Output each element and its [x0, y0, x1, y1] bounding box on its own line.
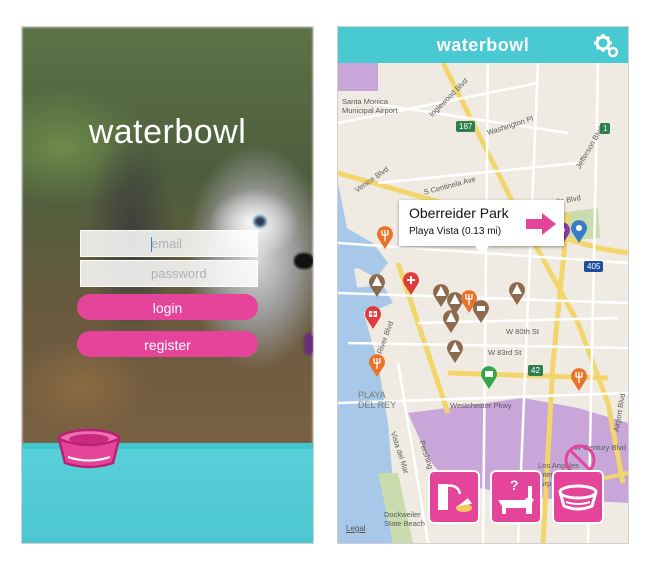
arrow-right-icon[interactable]: [526, 213, 556, 235]
password-field[interactable]: [80, 260, 258, 287]
app-logo-text: waterbowl: [88, 113, 247, 151]
store-pin-icon-2[interactable]: [480, 365, 498, 389]
highway-shield-187: 187: [456, 121, 476, 132]
water-bowl-button[interactable]: [552, 470, 604, 524]
dog-fountain-button[interactable]: [428, 470, 480, 524]
popup-tail: [475, 246, 489, 254]
popup-place-detail: Playa Vista (0.13 mi): [409, 226, 502, 237]
vet-pin-icon-2[interactable]: [364, 305, 382, 329]
map-screen: waterbowl Santa Monica Municipal Airport…: [338, 27, 628, 543]
restaurant-pin-icon-3[interactable]: [368, 353, 386, 377]
label-westchester-pkwy: Westchester Pkwy: [450, 401, 512, 410]
park-pin-icon-4[interactable]: [442, 309, 460, 333]
app-header: waterbowl: [338, 27, 628, 63]
water-bowl-icon: [57, 428, 121, 469]
gear-icon[interactable]: [594, 33, 620, 59]
highway-shield-405: 405: [584, 261, 604, 272]
dog-question-icon: ?: [498, 477, 534, 514]
header-title: waterbowl: [436, 35, 530, 55]
restaurant-pin-icon[interactable]: [376, 225, 394, 249]
place-popup[interactable]: Oberreider Park Playa Vista (0.13 mi): [399, 200, 564, 254]
dog-park-pin-icon[interactable]: [472, 299, 490, 323]
label-playa-del-rey: PLAYA DEL REY: [358, 390, 397, 410]
legal-link[interactable]: Legal: [346, 524, 366, 533]
register-button[interactable]: register: [77, 331, 258, 357]
dog-eye: [255, 217, 265, 226]
store-pin-icon[interactable]: [570, 219, 588, 243]
park-pin-icon-5[interactable]: [508, 281, 526, 305]
label-w-80th-st: W 80th St: [506, 327, 539, 336]
email-input[interactable]: [81, 235, 257, 252]
dog-collar: [304, 333, 313, 355]
highway-shield-1: 1: [600, 123, 611, 134]
vet-pin-icon[interactable]: [402, 271, 420, 295]
email-field[interactable]: [80, 230, 258, 257]
park-pin-icon[interactable]: [368, 273, 386, 297]
label-w-83rd-st: W 83rd St: [488, 348, 522, 357]
login-screen: waterbowl login register: [22, 27, 313, 543]
water-bowl-icon-map: [558, 484, 598, 511]
label-dockweiler-beach: Dockweiler State Beach: [384, 510, 425, 528]
park-pin-icon-6[interactable]: [446, 339, 464, 363]
popup-place-name: Oberreider Park: [409, 205, 509, 221]
svg-text:?: ?: [510, 477, 519, 493]
dog-question-button[interactable]: ?: [490, 470, 542, 524]
password-input[interactable]: [81, 265, 257, 282]
label-santa-monica-airport: Santa Monica Municipal Airport: [342, 97, 398, 115]
dog-nose: [294, 253, 313, 269]
restaurant-pin-icon-4[interactable]: [570, 367, 588, 391]
highway-shield-42: 42: [528, 365, 543, 376]
dog-fountain-icon: [438, 484, 472, 512]
login-button[interactable]: login: [77, 294, 258, 320]
text-cursor: [151, 237, 152, 252]
